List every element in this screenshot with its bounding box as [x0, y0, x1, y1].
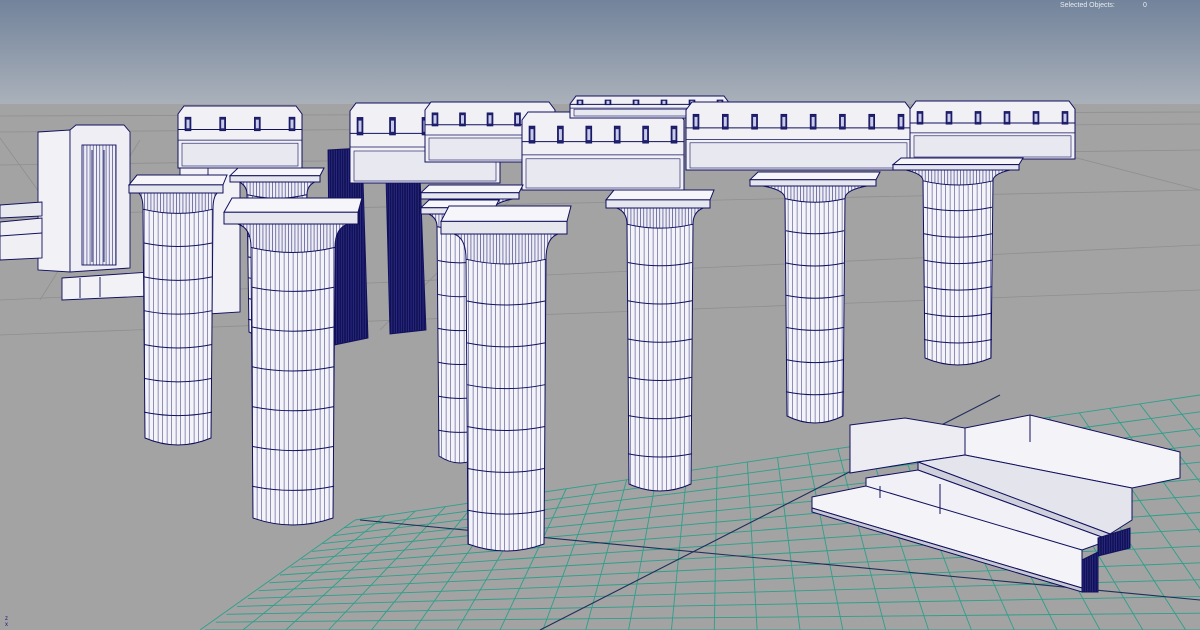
selected-objects-count: 0 [1143, 2, 1147, 9]
viewport-scene[interactable] [0, 0, 1200, 630]
selected-objects-label: Selected Objects: [1060, 2, 1115, 9]
3d-viewport[interactable]: Selected Objects: 0 zx [0, 0, 1200, 630]
view-axis-icon: zx [5, 616, 8, 628]
sky [0, 0, 1200, 104]
hud-overlay: Selected Objects: 0 [1060, 2, 1200, 14]
